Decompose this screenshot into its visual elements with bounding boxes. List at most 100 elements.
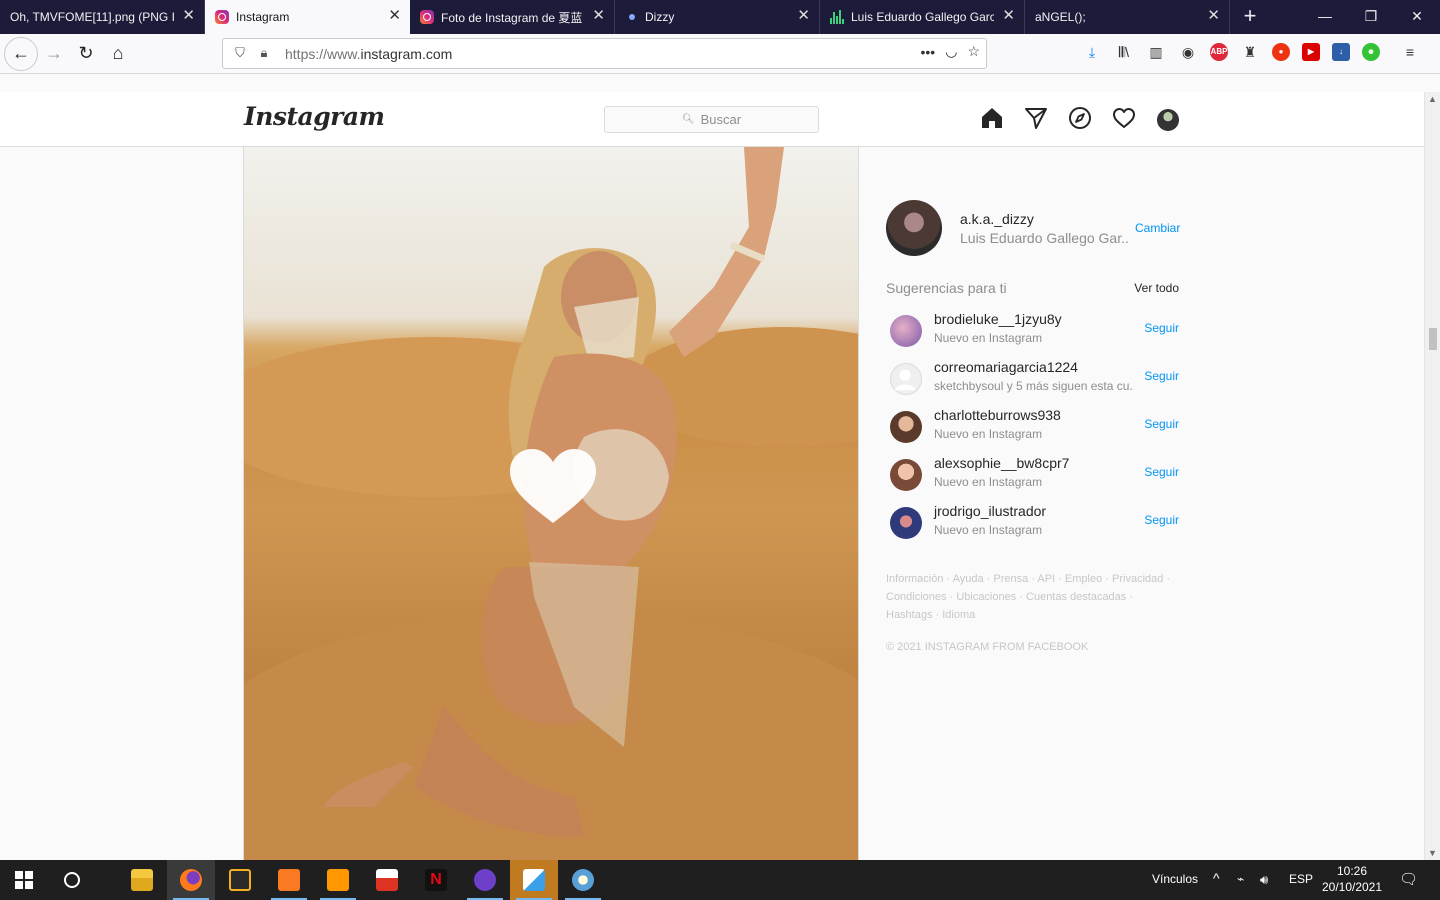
- footer-links[interactable]: Información · Ayuda · Prensa · API · Emp…: [886, 570, 1186, 624]
- scrollbar-thumb[interactable]: [1429, 328, 1437, 350]
- restore-icon[interactable]: ❐: [1348, 0, 1394, 34]
- explore-icon[interactable]: [1067, 106, 1093, 132]
- close-icon[interactable]: ✕: [1002, 8, 1015, 24]
- netflix-icon[interactable]: N: [412, 860, 460, 900]
- url-actions: ••• ◡ ☆: [921, 43, 981, 60]
- scroll-up-arrow-icon[interactable]: ▲: [1428, 94, 1437, 104]
- minimize-icon[interactable]: —: [1302, 0, 1348, 34]
- post-image[interactable]: [243, 147, 859, 860]
- windows-start-icon[interactable]: [0, 860, 48, 900]
- volume-icon[interactable]: 🔊︎: [1260, 872, 1268, 888]
- account-icon[interactable]: ◉: [1178, 42, 1198, 62]
- browser-tab[interactable]: Foto de Instagram de 夏蓝 ✕: [410, 0, 615, 34]
- avatar[interactable]: [886, 200, 942, 256]
- suggestion-subtitle: Nuevo en Instagram: [934, 427, 1043, 441]
- follow-button[interactable]: Seguir: [1144, 465, 1179, 479]
- extension-download-icon[interactable]: ↓: [1332, 43, 1350, 61]
- avatar[interactable]: [890, 507, 922, 539]
- follow-button[interactable]: Seguir: [1144, 369, 1179, 383]
- chevron-up-icon[interactable]: ^: [1213, 870, 1220, 886]
- search-circle-icon[interactable]: [48, 860, 96, 900]
- instagram-icon: [215, 10, 229, 24]
- taskbar-app-icon[interactable]: [216, 860, 264, 900]
- close-icon[interactable]: ✕: [1207, 8, 1220, 24]
- clock-time: 10:26: [1336, 864, 1368, 878]
- suggestion-username[interactable]: alexsophie__bw8cpr7: [934, 455, 1069, 471]
- profile-username[interactable]: a.k.a._dizzy: [960, 211, 1034, 227]
- browser-tab[interactable]: Dizzy ✕: [615, 0, 820, 34]
- links-toolbar-label[interactable]: Vínculos: [1152, 872, 1198, 886]
- follow-button[interactable]: Seguir: [1144, 513, 1179, 527]
- lock-icon[interactable]: 🔒︎: [255, 45, 273, 63]
- current-profile: a.k.a._dizzy Luis Eduardo Gallego Gar...…: [886, 200, 1180, 256]
- paint-icon[interactable]: [559, 860, 607, 900]
- firefox-icon[interactable]: [167, 860, 215, 900]
- youtube-icon[interactable]: ▶: [1302, 43, 1320, 61]
- library-icon[interactable]: 𝄃𝄃\: [1114, 42, 1134, 62]
- download-icon[interactable]: ⤓: [1082, 42, 1102, 62]
- popcorn-icon[interactable]: [363, 860, 411, 900]
- activity-heart-icon[interactable]: [1111, 106, 1137, 132]
- browser-toolbar: ← → ↻ ⌂ ⛉ 🔒︎ https://www.instagram.com •…: [0, 34, 1440, 74]
- suggestions-title: Sugerencias para ti: [886, 280, 1007, 296]
- instagram-logo[interactable]: Instagram: [244, 102, 385, 131]
- page-actions-icon[interactable]: •••: [921, 44, 936, 60]
- language-indicator[interactable]: ESP: [1289, 872, 1313, 886]
- footer-links-line[interactable]: Condiciones · Ubicaciones · Cuentas dest…: [886, 588, 1186, 606]
- file-explorer-icon[interactable]: [118, 860, 166, 900]
- browser-tab-active[interactable]: Instagram ✕: [205, 0, 410, 34]
- switch-account-button[interactable]: Cambiar: [1135, 221, 1180, 235]
- sidebar-icon[interactable]: ▥: [1146, 42, 1166, 62]
- browser-tab[interactable]: Oh, TMVFOME[11].png (PNG Im ✕: [0, 0, 205, 34]
- shield-icon[interactable]: ⛉: [231, 45, 249, 63]
- close-icon[interactable]: ✕: [592, 8, 605, 24]
- extension-red-icon[interactable]: ●: [1272, 43, 1290, 61]
- sublime-text-icon[interactable]: [314, 860, 362, 900]
- suggestion-username[interactable]: jrodrigo_ilustrador: [934, 503, 1046, 519]
- pocket-icon[interactable]: ◡: [945, 43, 957, 60]
- close-window-icon[interactable]: ✕: [1394, 0, 1440, 34]
- avatar[interactable]: [890, 411, 922, 443]
- forward-button[interactable]: →: [38, 38, 70, 70]
- page-scrollbar[interactable]: ▲ ▼: [1424, 92, 1440, 860]
- search-input[interactable]: 🔍︎ Buscar: [604, 106, 819, 133]
- browser-tab[interactable]: aNGEL(); ✕: [1025, 0, 1230, 34]
- suggestion-username[interactable]: correomariagarcia1224: [934, 359, 1078, 375]
- follow-button[interactable]: Seguir: [1144, 321, 1179, 335]
- back-button[interactable]: ←: [4, 37, 38, 71]
- avatar[interactable]: [890, 315, 922, 347]
- profile-avatar[interactable]: [1157, 109, 1179, 131]
- extension-green-icon[interactable]: ☻: [1362, 43, 1380, 61]
- xampp-icon[interactable]: [265, 860, 313, 900]
- see-all-link[interactable]: Ver todo: [1134, 281, 1179, 295]
- footer-links-line[interactable]: Hashtags · Idioma: [886, 606, 1186, 624]
- notifications-icon[interactable]: 🗨︎: [1399, 870, 1418, 888]
- network-icon[interactable]: ⌁: [1237, 872, 1244, 886]
- adblock-icon[interactable]: ABP: [1210, 43, 1228, 61]
- image-viewer-icon[interactable]: [510, 860, 558, 900]
- default-avatar-icon[interactable]: [890, 363, 922, 395]
- new-tab-button[interactable]: +: [1230, 0, 1270, 34]
- close-icon[interactable]: ✕: [797, 8, 810, 24]
- home-icon[interactable]: [979, 106, 1005, 132]
- github-icon[interactable]: [461, 860, 509, 900]
- url-text[interactable]: https://www.instagram.com: [285, 46, 452, 62]
- menu-icon[interactable]: ≡: [1400, 42, 1420, 62]
- browser-tab[interactable]: Luis Eduardo Gallego García ✕: [820, 0, 1025, 34]
- scroll-down-arrow-icon[interactable]: ▼: [1428, 848, 1437, 858]
- system-clock[interactable]: 10:26 20/10/2021: [1316, 863, 1388, 895]
- url-bar[interactable]: ⛉ 🔒︎ https://www.instagram.com ••• ◡ ☆: [222, 38, 987, 69]
- suggestion-username[interactable]: brodieluke__1jzyu8y: [934, 311, 1062, 327]
- direct-icon[interactable]: [1023, 106, 1049, 132]
- home-button[interactable]: ⌂: [102, 38, 134, 70]
- reload-button[interactable]: ↻: [70, 38, 102, 70]
- suggestion-username[interactable]: charlotteburrows938: [934, 407, 1061, 423]
- close-icon[interactable]: ✕: [182, 8, 195, 24]
- avatar[interactable]: [890, 459, 922, 491]
- toolbar-extensions: ⤓ 𝄃𝄃\ ▥ ◉ ABP ♜ ● ▶ ↓ ☻ ≡: [1082, 42, 1420, 62]
- footer-links-line[interactable]: Información · Ayuda · Prensa · API · Emp…: [886, 570, 1186, 588]
- extension-icon[interactable]: ♜: [1240, 42, 1260, 62]
- close-icon[interactable]: ✕: [388, 8, 401, 24]
- bookmark-star-icon[interactable]: ☆: [967, 43, 980, 60]
- follow-button[interactable]: Seguir: [1144, 417, 1179, 431]
